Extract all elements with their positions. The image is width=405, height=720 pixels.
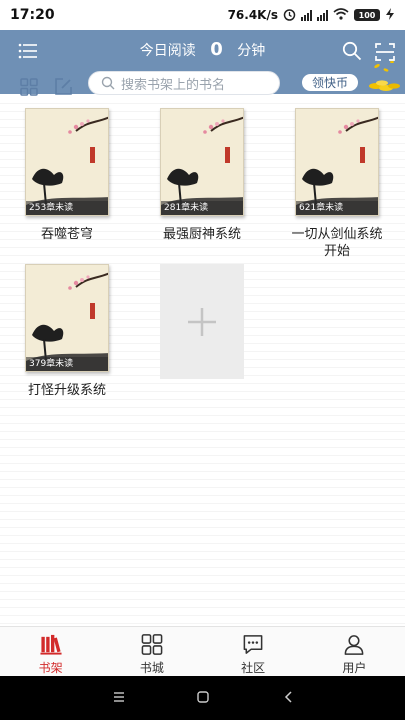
signal-icon — [301, 9, 312, 21]
alarm-icon — [283, 8, 296, 21]
status-time: 17:20 — [10, 7, 55, 23]
status-indicators: 76.4K/s 100 — [227, 7, 395, 23]
book-title: 吞噬苍穹 — [40, 227, 93, 242]
add-book-button[interactable] — [160, 264, 244, 379]
search-placeholder: 搜索书架上的书名 — [121, 77, 226, 93]
book-cover[interactable]: 379章未读 — [25, 264, 109, 372]
shelf-search-input[interactable]: 搜索书架上的书名 — [88, 71, 280, 95]
tab-label: 书城 — [139, 661, 164, 675]
ink-painting-cover-image — [161, 116, 243, 215]
unread-chapters-badge: 253章未读 — [26, 201, 108, 215]
community-chat-icon — [243, 635, 263, 654]
wifi-icon — [333, 7, 349, 23]
gold-coins-icon — [369, 61, 400, 91]
tab-bookstore[interactable]: 书城 — [101, 627, 202, 676]
charging-icon — [385, 7, 395, 23]
edit-icon[interactable] — [54, 77, 73, 96]
bottom-navigation: 书架 书城 社区 用户 — [0, 626, 405, 676]
ink-painting-cover-image — [26, 116, 108, 215]
book-item[interactable]: 621章未读 一切从剑仙系统开始 — [291, 108, 383, 260]
unread-chapters-badge: 621章未读 — [296, 201, 378, 215]
signal-icon-2 — [317, 9, 328, 21]
ink-painting-cover-image — [296, 116, 378, 215]
book-cover[interactable]: 281章未读 — [160, 108, 244, 216]
back-icon[interactable] — [282, 690, 296, 704]
status-bar: 17:20 76.4K/s 100 — [0, 0, 405, 30]
home-icon[interactable] — [196, 690, 210, 704]
book-title: 一切从剑仙系统开始 — [291, 227, 383, 259]
search-icon[interactable] — [342, 41, 362, 61]
book-item[interactable]: 281章未读 最强厨神系统 — [160, 108, 244, 243]
grid-view-icon[interactable] — [20, 78, 38, 96]
tab-label: 社区 — [241, 661, 266, 675]
unread-chapters-badge: 281章未读 — [161, 201, 243, 215]
battery-icon: 100 — [354, 9, 380, 21]
tab-user[interactable]: 用户 — [304, 627, 405, 676]
book-cover[interactable]: 621章未读 — [295, 108, 379, 216]
ink-painting-cover-image — [26, 272, 108, 371]
read-today-label: 今日阅读 — [139, 43, 196, 59]
book-title: 最强厨神系统 — [162, 227, 241, 242]
recents-menu-icon[interactable] — [112, 690, 126, 704]
tab-bookshelf[interactable]: 书架 — [0, 627, 101, 676]
tab-label: 用户 — [342, 661, 367, 675]
net-speed: 76.4K/s — [227, 8, 278, 22]
bookstore-grid-icon — [141, 634, 163, 655]
book-item[interactable]: 379章未读 打怪升级系统 — [25, 264, 109, 399]
minutes-unit: 分钟 — [237, 43, 266, 59]
bookshelf-icon — [40, 634, 62, 655]
tab-community[interactable]: 社区 — [203, 627, 304, 676]
tab-label: 书架 — [38, 661, 63, 675]
book-title: 打怪升级系统 — [27, 383, 106, 398]
system-navigation-bar — [0, 676, 405, 720]
unread-chapters-badge: 379章未读 — [26, 357, 108, 371]
user-icon — [344, 635, 364, 655]
book-cover[interactable]: 253章未读 — [25, 108, 109, 216]
search-icon — [101, 76, 115, 90]
plus-icon — [188, 307, 216, 336]
read-today-minutes: 0 — [210, 39, 223, 60]
claim-coins-button[interactable]: 领快币 — [301, 73, 359, 92]
book-item[interactable]: 253章未读 吞噬苍穹 — [25, 108, 109, 243]
